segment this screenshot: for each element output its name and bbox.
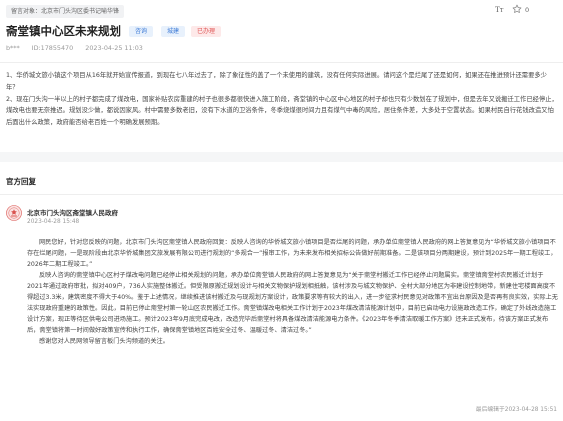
star-icon[interactable] bbox=[512, 4, 522, 14]
divider bbox=[0, 62, 563, 63]
reply-org-name: 北京市门头沟区斋堂镇人民政府 bbox=[27, 209, 118, 217]
reply-paragraph: 反映人咨询的斋堂镇中心区村子煤改电问题已经停止相关规划的问题，承办单位斋堂镇人民… bbox=[27, 272, 558, 334]
section-separator bbox=[0, 152, 563, 162]
message-meta: b*** ID:1785547​0 2023-04-25 11:03 bbox=[6, 44, 153, 52]
top-bar: 留言对象：北京市门头沟区委书记喻华锋 Tт 0 bbox=[0, 0, 563, 22]
message-paragraph: 2、现在门头沟一半以上的村子都完成了煤改电，国家补贴农房重建的村子也很多都很快进… bbox=[6, 95, 558, 127]
reply-time: 2023-04-28 15:48 bbox=[27, 219, 80, 225]
favorite-count: 0 bbox=[525, 6, 530, 14]
reply-paragraph: 网民您好，针对您反映的问题，北京市门头沟区斋堂镇人民政府回复：反映人咨询的华侨城… bbox=[27, 239, 557, 268]
message-body: 1、华侨城文旅小镇这个项目从16年就开始宣传报道，到现在七八年过去了，除了象征性… bbox=[6, 70, 558, 129]
message-id: ID:1785547​0 bbox=[31, 44, 74, 52]
message-date: 2023-04-25 11:03 bbox=[85, 44, 143, 52]
font-size-icon[interactable]: Tт bbox=[495, 5, 503, 14]
recipient-tag[interactable]: 留言对象：北京市门头沟区委书记喻华锋 bbox=[6, 5, 125, 18]
last-edit-time: 最后编辑于2023-04-28 15:51 bbox=[475, 407, 557, 413]
reply-body: 网民您好，针对您反映的问题，北京市门头沟区斋堂镇人民政府回复：反映人咨询的华侨城… bbox=[27, 237, 558, 347]
title-row: 斋堂镇中心区未来规划 咨询 城建 已办理 bbox=[6, 22, 222, 40]
message-paragraph: 1、华侨城文旅小镇这个项目从16年就开始宣传报道，到现在七八年过去了，除了象征性… bbox=[6, 72, 547, 91]
government-seal-icon bbox=[6, 205, 22, 221]
page-title: 斋堂镇中心区未来规划 bbox=[6, 24, 121, 38]
divider bbox=[0, 194, 563, 195]
category-badge: 咨询 bbox=[129, 25, 154, 37]
author-name: b*** bbox=[6, 44, 20, 52]
reply-paragraph: 感谢您对人民网领导留言板门头沟频道的关注。 bbox=[39, 338, 169, 345]
domain-badge: 城建 bbox=[161, 25, 186, 37]
status-badge: 已办理 bbox=[191, 25, 222, 37]
official-reply-heading: 官方回复 bbox=[6, 177, 36, 186]
